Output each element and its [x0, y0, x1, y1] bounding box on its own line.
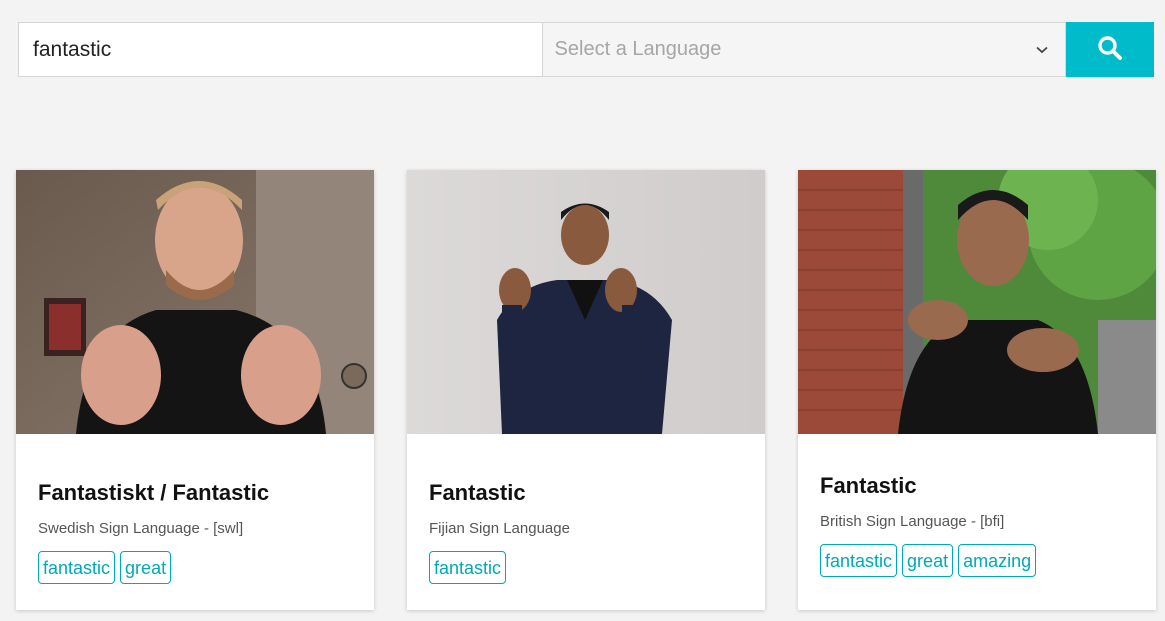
chevron-down-icon [1031, 39, 1053, 61]
search-button[interactable] [1066, 22, 1154, 77]
result-card[interactable]: Fantastiskt / Fantastic Swedish Sign Lan… [16, 170, 374, 610]
search-input[interactable] [18, 22, 542, 77]
card-language: Fijian Sign Language [429, 520, 570, 537]
tag[interactable]: fantastic [820, 544, 898, 577]
card-language: Swedish Sign Language - [swl] [38, 520, 244, 537]
tag[interactable]: fantastic [429, 551, 507, 584]
tag[interactable]: great [120, 551, 172, 584]
card-title[interactable]: Fantastiskt / Fantastic [38, 480, 352, 506]
card-title[interactable]: Fantastic [820, 473, 1134, 499]
tag[interactable]: amazing [958, 544, 1037, 577]
video-thumbnail[interactable] [798, 170, 1156, 434]
language-select[interactable]: Select a Language [541, 22, 1067, 77]
tag-list: fantastic [429, 551, 743, 584]
video-thumbnail[interactable] [16, 170, 374, 434]
tag-list: fantastic great [38, 551, 352, 584]
tag-list: fantastic great amazing [820, 544, 1134, 577]
result-card[interactable]: Fantastic British Sign Language - [bfi] … [798, 170, 1156, 610]
tag[interactable]: fantastic [38, 551, 116, 584]
language-select-placeholder: Select a Language [554, 38, 722, 60]
search-bar: Select a Language [18, 22, 1154, 77]
video-thumbnail[interactable] [407, 170, 765, 434]
card-title[interactable]: Fantastic [429, 480, 743, 506]
search-icon [1097, 35, 1123, 64]
card-language: British Sign Language - [bfi] [820, 513, 1005, 530]
tag[interactable]: great [902, 544, 954, 577]
result-card[interactable]: Fantastic Fijian Sign Language fantastic [407, 170, 765, 610]
